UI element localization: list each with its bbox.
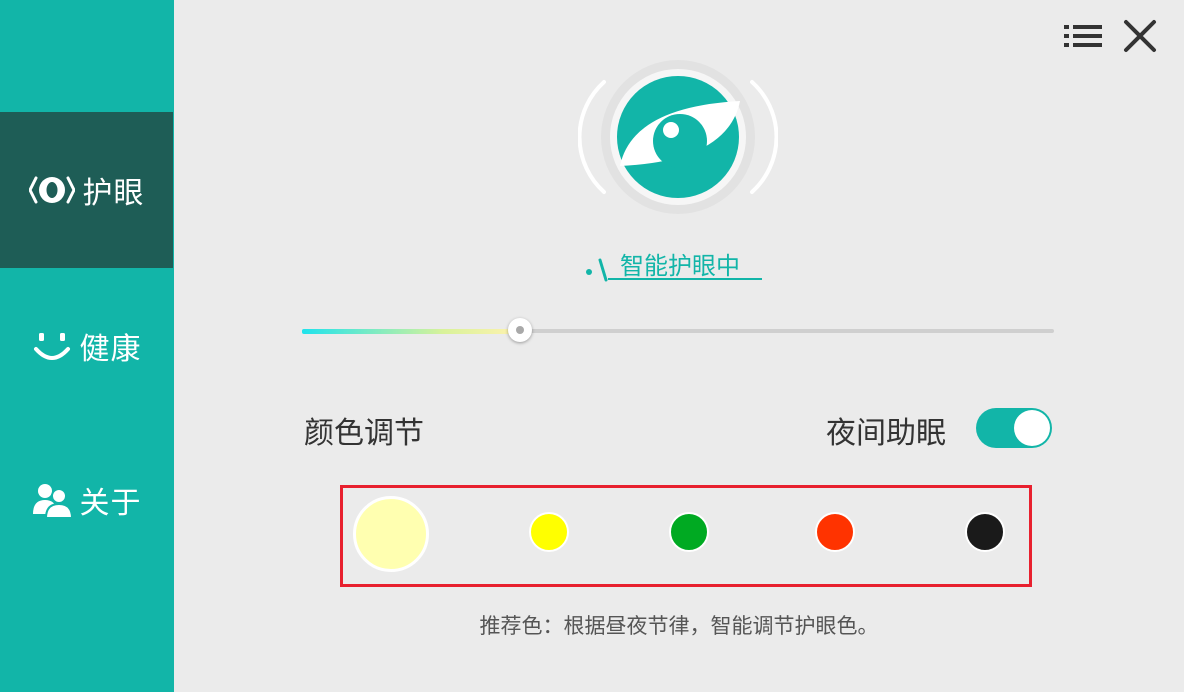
users-icon [32,482,72,518]
color-swatch-red[interactable] [815,512,855,552]
color-swatch-yellow[interactable] [529,512,569,552]
sidebar-item-eye-protect[interactable]: 护眼 [0,112,173,268]
sidebar-item-label: 关于 [79,486,142,521]
sidebar-item-health[interactable]: 健康 [0,268,173,424]
status-indicator: 智能护眼中 [584,244,774,284]
color-swatch-cream[interactable] [353,496,429,572]
eye-protect-icon [28,173,75,207]
slider-thumb[interactable] [508,318,533,342]
sidebar-item-label: 护眼 [82,176,145,211]
list-menu-icon[interactable] [1062,18,1104,58]
night-mode-label: 夜间助眠 [826,416,946,451]
toggle-knob [1014,410,1050,446]
status-underline [608,278,762,280]
slider-fill [302,329,521,334]
status-text: 智能护眼中 [620,252,740,280]
smile-icon [32,329,72,363]
brightness-slider[interactable] [302,318,1054,344]
main-panel: 智能护眼中 颜色调节 夜间助眠 推荐色：根据昼夜节律，智能调节护眼色。 [174,0,1184,692]
color-swatch-black[interactable] [965,512,1005,552]
sidebar: 护眼 健康 关于 [0,0,174,692]
recommend-hint: 推荐色：根据昼夜节律，智能调节护眼色。 [479,614,879,638]
eye-logo [577,57,779,227]
sidebar-item-about[interactable]: 关于 [0,422,173,578]
sidebar-item-label: 健康 [79,332,142,367]
color-swatch-green[interactable] [669,512,709,552]
night-mode-toggle[interactable] [976,408,1052,448]
close-icon[interactable] [1122,18,1158,58]
color-adjust-label: 颜色调节 [304,416,424,451]
color-swatch-group [340,485,1032,587]
